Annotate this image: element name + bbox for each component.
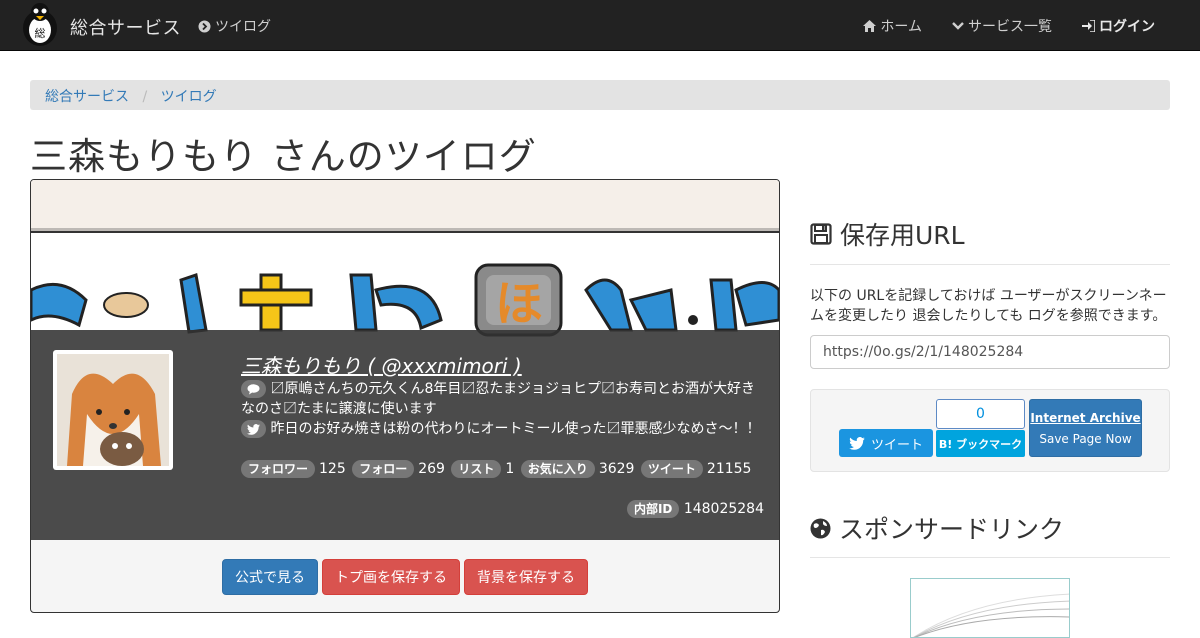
internet-archive-button[interactable]: Internet Archive Save Page Now [1029, 399, 1142, 457]
divider [810, 264, 1170, 265]
hatena-count: 0 [936, 399, 1025, 429]
stat-label-following: フォロー [352, 460, 415, 478]
profile-description: 〼原嶋さんちの元久くん8年目〼忍たまジョジョヒプ〼お寿司とお酒が大好きなのさ〼た… [241, 379, 766, 439]
profile-stats: フォロワー 125 フォロー 269 リスト 1 お気に入り 3629 ツイート 2115… [241, 460, 753, 478]
sign-in-icon [1082, 20, 1095, 32]
sponsored-heading: スポンサードリンク [810, 510, 1064, 546]
twitter-icon [247, 424, 260, 435]
stat-value-tweets: 21155 [706, 461, 752, 477]
twitter-icon [849, 436, 865, 450]
ia-title: Internet Archive [1030, 411, 1141, 425]
stat-value-favorites: 3629 [598, 461, 635, 477]
save-url-input[interactable] [810, 335, 1170, 369]
hatena-bookmark-button[interactable]: 0 B! ブックマーク [936, 399, 1025, 457]
nav-services-label: サービス一覧 [968, 19, 1052, 35]
stat-label-lists: リスト [451, 460, 502, 478]
comment-badge [241, 380, 266, 398]
chevron-circle-right-icon [198, 20, 211, 32]
hatena-label: B! ブックマーク [936, 430, 1025, 457]
page-title: 三森もりもり さんのツイログ [30, 135, 537, 178]
sponsored-ad[interactable] [910, 578, 1070, 638]
tweet-share-button[interactable]: ツイート [839, 429, 933, 457]
profile-card: ほ 三森もりもり ( @xxxmimori ) 〼原嶋さんちの元久くん8年目〼忍… [30, 179, 780, 613]
breadcrumb-item-twilog[interactable]: ツイログ [161, 89, 217, 105]
breadcrumb-item-home[interactable]: 総合サービス [45, 89, 129, 105]
stat-label-tweets: ツイート [640, 460, 703, 478]
internal-id: 内部ID 148025284 [626, 500, 764, 518]
nav-login-label: ログイン [1099, 19, 1155, 35]
profile-latest-row: 昨日のお好み焼きは粉の代わりにオートミール使った〼罪悪感少なめさ〜！！ [241, 419, 766, 439]
comment-icon [247, 384, 260, 395]
internal-id-label: 内部ID [626, 500, 680, 518]
stat-value-following: 269 [418, 461, 445, 477]
twitter-badge [241, 420, 266, 438]
sponsored-title: スポンサードリンク [839, 515, 1065, 544]
share-buttons: ツイート 0 B! ブックマーク Internet Archive Save P… [810, 389, 1170, 472]
chevron-down-icon [952, 22, 964, 30]
globe-icon [810, 518, 831, 538]
profile-bio: 〼原嶋さんちの元久くん8年目〼忍たまジョジョヒプ〼お寿司とお酒が大好きなのさ〼た… [241, 381, 755, 417]
home-icon [863, 20, 877, 32]
stat-value-lists: 1 [505, 461, 515, 477]
brand-link[interactable]: 総合サービス [70, 14, 181, 40]
ia-subtitle: Save Page Now [1039, 432, 1132, 446]
nav-right: ホーム サービス一覧 ログイン [863, 16, 1155, 36]
nav-home-label: ホーム [880, 19, 922, 35]
avatar-image [57, 354, 169, 466]
profile-bio-row: 〼原嶋さんちの元久くん8年目〼忍たまジョジョヒプ〼お寿司とお酒が大好きなのさ〼た… [241, 379, 766, 419]
breadcrumb: 総合サービス / ツイログ [30, 80, 1170, 110]
breadcrumb-separator: / [142, 89, 148, 105]
save-url-description: 以下の URLを記録しておけば ユーザーがスクリーンネームを変更したり 退会した… [810, 288, 1167, 324]
profile-avatar[interactable] [53, 350, 173, 470]
view-official-button[interactable]: 公式で見る [222, 559, 318, 595]
stat-label-followers: フォロワー [241, 460, 316, 478]
svg-text:ほ: ほ [495, 276, 543, 332]
divider [810, 557, 1170, 558]
stat-value-followers: 125 [319, 461, 346, 477]
profile-name-link[interactable]: 三森もりもり ( @xxxmimori ) [241, 350, 522, 379]
stat-label-favorites: お気に入り [520, 460, 595, 478]
save-icon-button[interactable]: トプ画を保存する [322, 559, 460, 595]
nav-twilog-label: ツイログ [215, 19, 271, 35]
floppy-disk-icon [810, 223, 832, 245]
ad-graphic [913, 593, 1069, 637]
internal-id-value: 148025284 [683, 501, 764, 517]
svg-text:総: 総 [35, 26, 46, 40]
save-url-title: 保存用URL [840, 221, 965, 250]
navbar: 総 総合サービス ツイログ ホーム サービス一覧 ログイン [0, 0, 1200, 51]
tweet-share-label: ツイート [870, 437, 923, 453]
save-banner-button[interactable]: 背景を保存する [464, 559, 588, 595]
profile-actions: 公式で見る トプ画を保存する 背景を保存する [31, 559, 779, 595]
nav-login[interactable]: ログイン [1082, 16, 1155, 36]
nav-services[interactable]: サービス一覧 [952, 16, 1052, 36]
nav-twilog[interactable]: ツイログ [198, 16, 271, 36]
nav-home[interactable]: ホーム [863, 16, 922, 36]
profile-latest-tweet: 昨日のお好み焼きは粉の代わりにオートミール使った〼罪悪感少なめさ〜！！ [270, 421, 761, 437]
penguin-logo-icon[interactable]: 総 [19, 2, 61, 46]
save-url-heading: 保存用URL [810, 216, 965, 252]
